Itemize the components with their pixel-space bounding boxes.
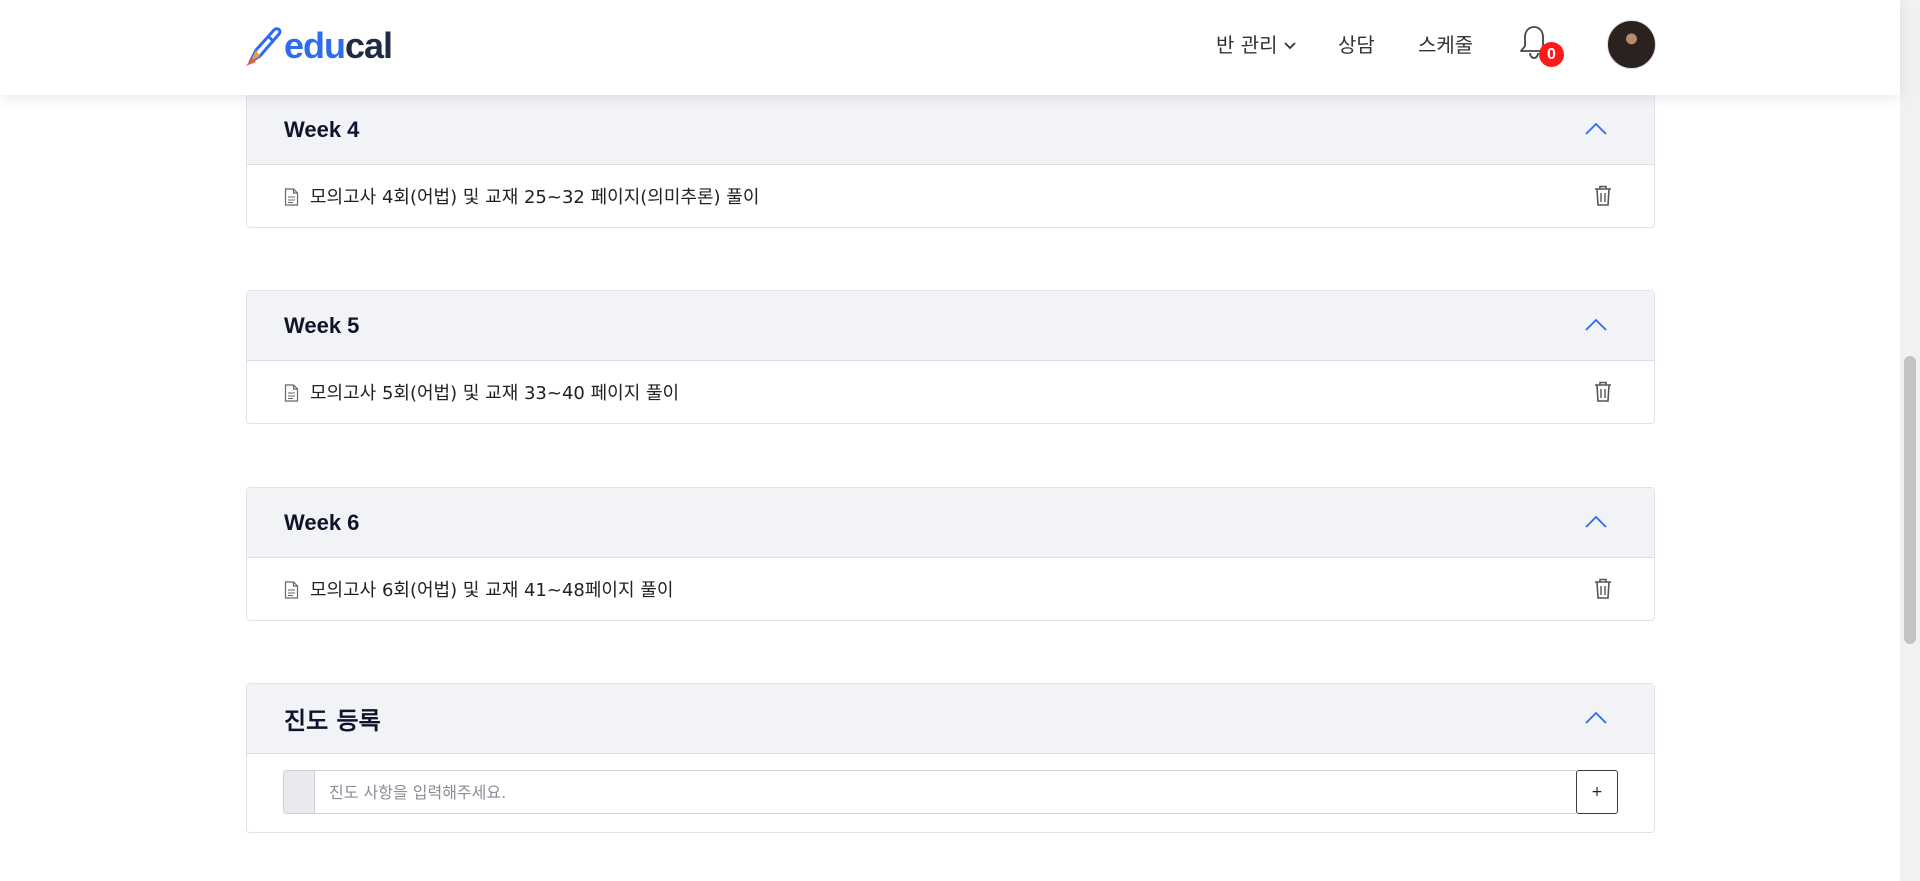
week-card-header[interactable]: Week 6 [247,488,1654,558]
trash-icon[interactable] [1594,381,1612,402]
progress-register-title: 진도 등록 [284,707,381,735]
nav-schedule-label: 스케줄 [1418,33,1474,57]
top-navbar: educal 반 관리 상담 스케줄 0 [0,0,1900,95]
week-card: Week 4 모의고사 4회(어법) 및 교재 25~32 페이지(의미추론) … [246,94,1655,228]
nav-class-manage[interactable]: 반 관리 [1216,29,1297,58]
document-icon [284,384,299,402]
notification-count-badge: 0 [1539,42,1564,67]
progress-register-header[interactable]: 진도 등록 [247,684,1654,754]
week-item: 모의고사 5회(어법) 및 교재 33~40 페이지 풀이 [247,361,1654,423]
chevron-up-icon[interactable] [1584,514,1608,530]
chevron-up-icon[interactable] [1584,710,1608,726]
week-title: Week 4 [284,116,360,142]
document-icon [284,188,299,206]
week-item: 모의고사 6회(어법) 및 교재 41~48페이지 풀이 [247,558,1654,620]
logo-text-edu: edu [284,25,346,66]
trash-icon[interactable] [1594,578,1612,599]
trash-icon[interactable] [1594,185,1612,206]
chevron-down-icon [1283,42,1296,50]
week-item-text: 모의고사 4회(어법) 및 교재 25~32 페이지(의미추론) 풀이 [310,187,760,208]
week-card-header[interactable]: Week 5 [247,291,1654,361]
week-title: Week 6 [284,509,360,535]
week-card: Week 5 모의고사 5회(어법) 및 교재 33~40 페이지 풀이 [246,290,1655,424]
week-title: Week 5 [284,312,360,338]
nav-counsel[interactable]: 상담 [1338,29,1375,58]
progress-register-card: 진도 등록 + [246,683,1655,833]
week-card: Week 6 모의고사 6회(어법) 및 교재 41~48페이지 풀이 [246,487,1655,621]
educal-logo[interactable]: educal [244,24,393,68]
document-icon [284,581,299,599]
week-item-text: 모의고사 6회(어법) 및 교재 41~48페이지 풀이 [310,580,674,601]
progress-input-group: + [283,770,1618,814]
chevron-up-icon[interactable] [1584,121,1608,137]
pencil-logo-icon [246,27,282,66]
nav-counsel-label: 상담 [1338,33,1375,57]
logo-text-cal: cal [345,25,393,66]
logo-text: educal [284,25,393,67]
progress-input[interactable] [314,770,1576,814]
week-item-text: 모의고사 5회(어법) 및 교재 33~40 페이지 풀이 [310,383,680,404]
page-scrollbar[interactable] [1900,0,1920,881]
add-progress-button[interactable]: + [1576,770,1618,814]
scrollbar-thumb[interactable] [1904,356,1916,644]
chevron-up-icon[interactable] [1584,317,1608,333]
nav-class-manage-label: 반 관리 [1216,33,1278,57]
input-prefix [283,770,314,814]
week-card-header[interactable]: Week 4 [247,95,1654,165]
user-avatar[interactable] [1607,20,1656,69]
week-item: 모의고사 4회(어법) 및 교재 25~32 페이지(의미추론) 풀이 [247,165,1654,227]
nav-schedule[interactable]: 스케줄 [1418,29,1473,58]
